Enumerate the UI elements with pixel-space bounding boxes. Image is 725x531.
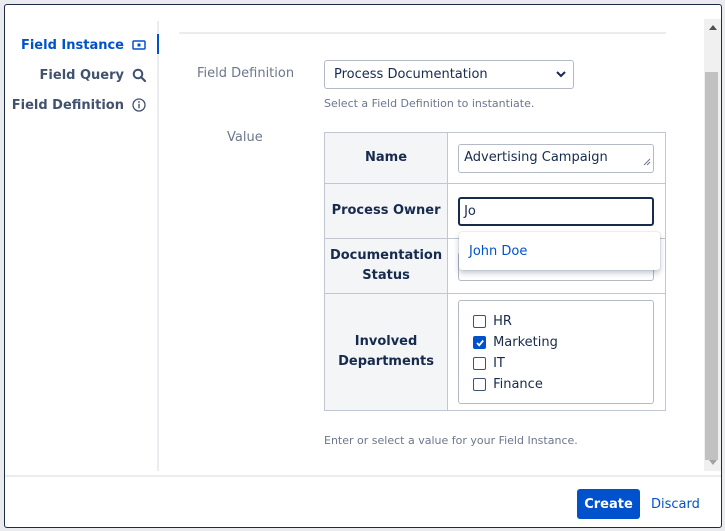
checkbox-unchecked-icon[interactable]	[473, 357, 487, 370]
sidebar-item-label: Field Query	[39, 67, 124, 83]
checkbox-label: IT	[493, 356, 505, 371]
resize-handle-icon[interactable]	[643, 155, 651, 170]
process-owner-label: Process Owner	[323, 183, 449, 239]
search-icon	[131, 67, 147, 83]
checkbox-unchecked-icon[interactable]	[473, 378, 487, 391]
field-instance-dialog: Field Instance Field Query Field Definit…	[4, 4, 722, 528]
value-label: Value	[227, 130, 263, 145]
field-instance-icon	[131, 37, 147, 53]
sidebar-item-field-instance[interactable]: Field Instance	[20, 34, 160, 56]
involved-departments-label-line2: Departments	[338, 354, 434, 369]
documentation-status-label-line1: Documentation	[329, 248, 443, 263]
process-owner-input[interactable]: Jo	[458, 196, 655, 226]
dialog-body: Field Instance Field Query Field Definit…	[5, 5, 703, 471]
table-row-process-owner: Process Owner Jo	[323, 183, 666, 239]
departments-checkbox-group: HR Marketing IT Finance	[458, 300, 655, 404]
checkbox-label: Marketing	[493, 335, 558, 350]
involved-departments-label-line1: Involved	[354, 334, 418, 349]
scrollbar-thumb[interactable]	[705, 72, 718, 460]
name-textarea[interactable]: Advertising Campaign	[458, 143, 655, 173]
sidebar-item-field-query[interactable]: Field Query	[40, 64, 157, 86]
field-definition-selected: Process Documentation	[334, 67, 488, 82]
autocomplete-suggestion-john-doe[interactable]: John Doe	[459, 232, 660, 270]
value-help: Enter or select a value for your Field I…	[324, 434, 578, 447]
section-divider	[179, 32, 666, 34]
checkbox-label: Finance	[493, 377, 543, 392]
discard-button[interactable]: Discard	[651, 489, 700, 519]
name-value: Advertising Campaign	[464, 149, 608, 165]
checkbox-label: HR	[493, 314, 512, 329]
suggestion-label: John Doe	[469, 243, 528, 259]
checkbox-unchecked-icon[interactable]	[473, 315, 487, 328]
checkbox-it[interactable]: IT	[473, 353, 639, 374]
field-definition-help: Select a Field Definition to instantiate…	[324, 97, 535, 110]
dialog-footer: Create Discard	[5, 475, 721, 527]
value-table: Name Advertising Campaign Process Owner …	[323, 132, 666, 411]
sidebar-item-field-definition[interactable]: Field Definition	[12, 94, 157, 116]
sidebar-item-label: Field Definition	[11, 97, 124, 113]
checkbox-hr[interactable]: HR	[473, 311, 639, 332]
chevron-down-icon	[555, 68, 567, 84]
field-definition-select[interactable]: Process Documentation	[324, 60, 574, 89]
name-label: Name	[323, 132, 449, 184]
checkbox-finance[interactable]: Finance	[473, 374, 639, 395]
create-button[interactable]: Create	[577, 489, 640, 519]
table-row-involved-departments: Involved Departments HR Marketing IT Fin…	[323, 293, 666, 411]
vertical-scrollbar[interactable]	[704, 19, 721, 471]
scroll-down-arrow-icon[interactable]	[704, 454, 721, 471]
sidebar-item-label: Field Instance	[20, 37, 124, 53]
documentation-status-label-line2: Status	[362, 268, 410, 283]
checkbox-marketing[interactable]: Marketing	[473, 332, 639, 353]
scroll-up-arrow-icon[interactable]	[704, 19, 721, 36]
info-icon	[131, 97, 147, 113]
sidebar-nav: Field Instance Field Query Field Definit…	[5, 21, 160, 471]
checkbox-checked-icon[interactable]	[473, 336, 487, 349]
table-row-name: Name Advertising Campaign	[323, 132, 666, 184]
field-definition-label: Field Definition	[197, 66, 295, 81]
